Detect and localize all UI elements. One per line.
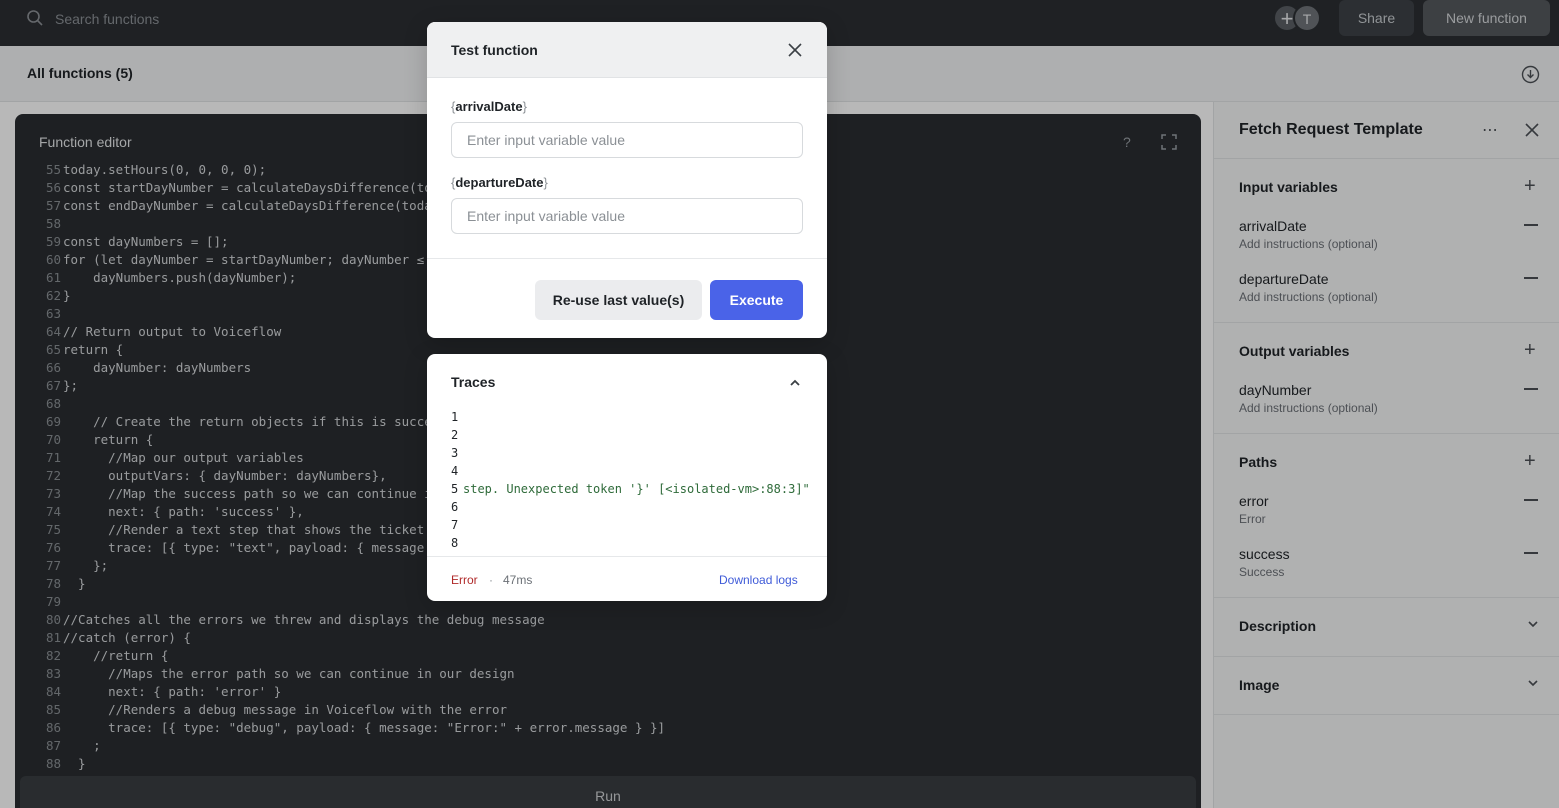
brace-close: } — [543, 175, 548, 190]
variable-label: {arrivalDate} — [451, 99, 527, 114]
trace-line: 5 step. Unexpected token '}' [<isolated-v… — [451, 480, 827, 498]
download-logs-link[interactable]: Download logs — [719, 573, 798, 587]
trace-line: 2 — [451, 426, 827, 444]
trace-line: 1 — [451, 408, 827, 426]
variable-label: {departureDate} — [451, 175, 548, 190]
trace-line: 7 — [451, 516, 827, 534]
reuse-last-values-button[interactable]: Re-use last value(s) — [535, 280, 702, 320]
trace-line: 8 — [451, 534, 827, 552]
test-function-modal: Test function {arrivalDate} {departureDa… — [427, 22, 827, 338]
modal-footer: Re-use last value(s) Execute — [427, 258, 827, 338]
traces-footer: Error · 47ms Download logs — [427, 556, 827, 601]
line-number: 4 — [451, 464, 459, 478]
departure-date-input[interactable] — [451, 198, 803, 234]
line-number: 5 — [451, 482, 459, 496]
line-number: 7 — [451, 518, 459, 532]
line-number: 3 — [451, 446, 459, 460]
traces-panel: Traces 1 2 3 4 5 step. Unexpected token '}' [… — [427, 354, 827, 601]
variable-name: departureDate — [455, 175, 544, 190]
trace-line: 3 — [451, 444, 827, 462]
line-number: 8 — [451, 536, 459, 550]
traces-title: Traces — [451, 374, 496, 390]
line-number: 6 — [451, 500, 459, 514]
trace-text: step. Unexpected token '}' [<isolated-vm… — [463, 482, 810, 496]
separator: · — [489, 573, 493, 587]
modal-header: Test function — [427, 22, 827, 78]
line-number: 2 — [451, 428, 459, 442]
status-badge: Error — [451, 573, 478, 587]
duration: 47ms — [503, 573, 533, 587]
arrival-date-input[interactable] — [451, 122, 803, 158]
close-icon[interactable] — [788, 43, 802, 57]
execute-button[interactable]: Execute — [710, 280, 803, 320]
chevron-up-icon[interactable] — [789, 378, 801, 388]
line-number: 1 — [451, 410, 459, 424]
modal-title: Test function — [451, 42, 538, 58]
variable-name: arrivalDate — [455, 99, 523, 114]
trace-line: 4 — [451, 462, 827, 480]
trace-log[interactable]: 1 2 3 4 5 step. Unexpected token '}' [<isolat… — [451, 408, 827, 552]
trace-line: 6 — [451, 498, 827, 516]
brace-close: } — [522, 99, 527, 114]
